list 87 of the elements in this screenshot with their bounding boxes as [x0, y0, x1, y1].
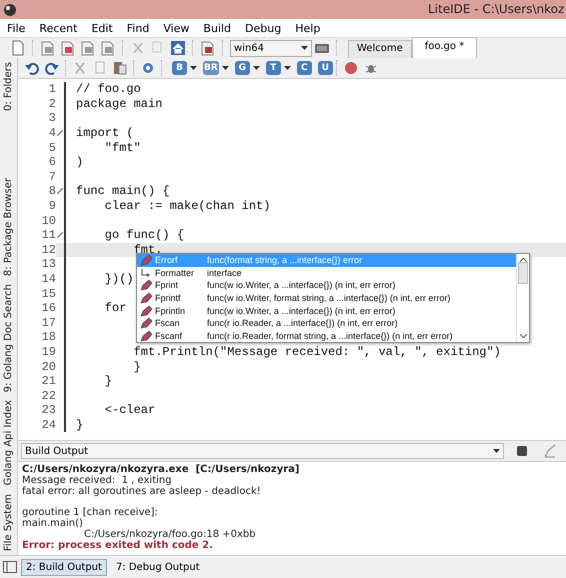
- code-line: }: [104, 374, 112, 388]
- pencil-icon: [140, 292, 152, 304]
- output-line: C:/Users/nkozyra/nkozyra.exe [C:/Users/nkozyra]: [22, 465, 300, 475]
- build-command-button[interactable]: U: [318, 61, 333, 75]
- code-line: // foo.go: [75, 82, 141, 96]
- app-icon: [3, 2, 17, 16]
- document-icon[interactable]: [60, 40, 76, 56]
- document-icon[interactable]: [40, 40, 56, 56]
- menu-item[interactable]: View: [156, 22, 196, 34]
- scrollbar[interactable]: [516, 254, 529, 342]
- side-panel-tab[interactable]: File System: [3, 490, 14, 555]
- caret-icon: [284, 66, 291, 70]
- code-line: <-clear: [104, 403, 156, 418]
- document-icon[interactable]: [100, 40, 116, 56]
- build-command-button[interactable]: C: [296, 61, 312, 75]
- pencil-icon: [140, 317, 152, 330]
- home-icon[interactable]: [170, 40, 186, 56]
- pencil-icon: [140, 304, 152, 317]
- completion-item[interactable]: Formatter interface: [137, 266, 516, 280]
- redo-icon[interactable]: [44, 60, 60, 76]
- editor-tab[interactable]: foo.go *: [412, 37, 478, 58]
- output-line: fatal error: all goroutines are asleep - deadlock!: [22, 486, 262, 498]
- build-command-button[interactable]: T: [266, 61, 281, 75]
- completion-item[interactable]: Fscanf func(r io.Reader, format string, a ...interface{}) (n int, err error): [137, 330, 516, 342]
- type-icon: [140, 266, 152, 279]
- caret-icon: [222, 66, 229, 70]
- caret-icon: [301, 46, 308, 50]
- pencil-icon: [140, 279, 152, 292]
- line-number: 12: [18, 242, 56, 257]
- document-icon[interactable]: [200, 40, 216, 56]
- clear-icon[interactable]: [542, 443, 558, 459]
- completion-item[interactable]: Fscan func(r io.Reader, a ...interface{}) (n int, err error): [137, 316, 516, 330]
- side-panel-tab[interactable]: 9: Golang Doc Search: [3, 280, 14, 396]
- build-command-button[interactable]: G: [234, 61, 250, 75]
- code-line: }: [132, 360, 141, 374]
- output-tab[interactable]: 2: Build Output: [21, 558, 107, 576]
- output-tab[interactable]: 7: Debug Output: [110, 558, 205, 576]
- menu-item[interactable]: Edit: [84, 22, 120, 34]
- code-line: package main: [75, 96, 162, 111]
- menu-item[interactable]: Build: [196, 22, 238, 34]
- completion-item[interactable]: Fprintf func(w io.Writer, format string, a ...interface{}) (n int, err error): [137, 292, 516, 304]
- caret-icon: [252, 66, 260, 70]
- code-line: func main() {: [75, 184, 170, 198]
- panel-toggle-icon: [3, 561, 17, 573]
- code-line: import (: [75, 126, 134, 140]
- completion-item[interactable]: Fprintln func(w io.Writer, a ...interface{}) (n int, err error): [137, 304, 516, 317]
- new-file-icon[interactable]: [10, 40, 26, 56]
- completion-item[interactable]: Fprint func(w io.Writer, a ...interface{}) (n int, err error): [137, 279, 516, 292]
- output-dropdown[interactable]: Build Output: [21, 443, 504, 459]
- editor-tab[interactable]: Welcome: [348, 40, 412, 58]
- code-line: ): [75, 155, 84, 170]
- code-line: fmt.Println("Message received: ", val, ", exiting"): [132, 344, 501, 359]
- scrollbar-thumb[interactable]: [518, 262, 528, 284]
- caret-icon: [493, 449, 500, 453]
- menu-item[interactable]: File: [0, 22, 32, 34]
- output-line: goroutine 1 [chan receive]:: [22, 508, 159, 518]
- code-line: fmt.: [132, 242, 162, 257]
- output-line: main.main(): [22, 518, 84, 530]
- side-panel-tab[interactable]: 8: Package Browser: [3, 174, 14, 280]
- code-line: "fmt": [104, 140, 141, 155]
- pencil-icon: [140, 254, 152, 266]
- menu-item[interactable]: Recent: [32, 22, 84, 34]
- scroll-down-icon: [520, 334, 526, 338]
- menu-item[interactable]: Debug: [238, 22, 288, 34]
- output-line: C:/Users/nkozyra/foo.go:18 +0xbb: [83, 530, 257, 540]
- build-command-button[interactable]: B: [172, 61, 187, 75]
- side-panel-tab[interactable]: 0: Folders: [3, 58, 14, 116]
- document-icon[interactable]: [80, 40, 96, 56]
- window-title: LiteIDE - C:\Users\nkoz: [428, 2, 564, 16]
- code-line: clear := make(chan int): [104, 199, 270, 214]
- output-line: Message received: 1 , exiting: [22, 476, 173, 486]
- side-panel-tab[interactable]: Golang Api Index: [3, 396, 14, 490]
- menu-item[interactable]: Help: [288, 22, 328, 34]
- breakpoint-icon[interactable]: [342, 60, 359, 76]
- code-line: })(): [104, 272, 134, 286]
- error-message: Error: process exited with code 2.: [22, 540, 214, 552]
- environment-dropdown[interactable]: win64: [230, 40, 312, 56]
- scroll-up-icon: [520, 258, 526, 262]
- stop-icon[interactable]: [514, 443, 530, 459]
- code-line: go func() {: [104, 228, 184, 242]
- code-line: for: [104, 301, 126, 316]
- pencil-icon: [140, 330, 152, 342]
- paste-icon[interactable]: [112, 60, 128, 76]
- code-line: }: [75, 418, 84, 432]
- undo-icon[interactable]: [24, 60, 40, 76]
- menu-item[interactable]: Find: [120, 22, 156, 34]
- caret-icon: [190, 66, 197, 70]
